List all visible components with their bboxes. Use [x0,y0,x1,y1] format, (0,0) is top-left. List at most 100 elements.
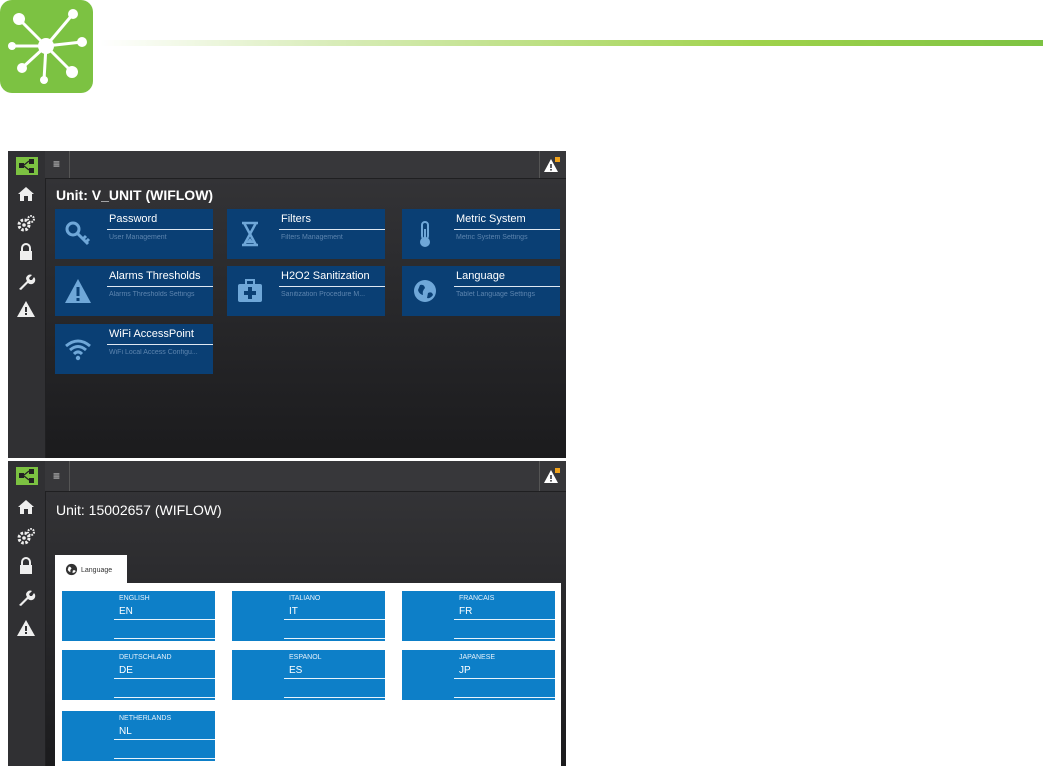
header-divider [100,40,1043,46]
divider [454,229,560,230]
tile-title: WiFi AccessPoint [109,328,194,340]
language-option-espanol[interactable]: ESPANOL ES [232,650,385,700]
tile-description: Alarms Thresholds Settings [109,291,195,298]
alert-warning-icon[interactable] [543,156,561,174]
page-title: Unit: 15002657 (WIFLOW) [56,502,222,518]
language-panel: ENGLISH EN ITALIANO IT FRANCAIS FR DEUTS… [55,583,561,766]
hamburger-icon[interactable]: ≡ [53,157,67,171]
main-content: Unit: V_UNIT (WIFLOW) Password User Mana… [46,179,566,458]
tile-description: Sanitization Procedure M... [281,291,366,298]
tile-h2o2-sanitization[interactable]: H2O2 Sanitization Sanitization Procedure… [227,266,385,316]
warning-icon[interactable] [16,618,36,638]
divider [107,286,213,287]
tile-title: Alarms Thresholds [109,270,201,282]
sidebar [8,461,46,766]
brand-logo [0,0,93,93]
page-title: Unit: V_UNIT (WIFLOW) [56,187,214,203]
divider [539,151,540,178]
language-option-japanese[interactable]: JAPANESE JP [402,650,555,700]
divider [284,638,385,639]
wrench-icon[interactable] [16,272,36,292]
gears-icon[interactable] [16,527,36,547]
language-code: EN [119,606,133,617]
divider [454,697,555,698]
home-icon[interactable] [16,184,36,204]
language-name: ESPANOL [289,654,322,661]
settings-screen: ≡ Unit: V_UNIT (WIFLOW) Password User Ma… [8,151,566,458]
tile-alarms-thresholds[interactable]: Alarms Thresholds Alarms Thresholds Sett… [55,266,213,316]
warning-icon [65,279,91,303]
divider [454,678,555,679]
tab-label: Language [81,567,113,574]
divider [114,758,215,759]
tile-description: Tablet Language Settings [456,291,536,298]
hourglass-icon [241,221,259,247]
language-option-netherlands[interactable]: NETHERLANDS NL [62,711,215,761]
language-code: DE [119,665,133,676]
divider [114,619,215,620]
language-option-francais[interactable]: FRANCAIS FR [402,591,555,641]
language-code: JP [459,665,471,676]
main-content: Unit: 15002657 (WIFLOW) Language ENGLISH… [46,492,566,766]
language-screen: ≡ Unit: 15002657 (WIFLOW) Language ENGLI… [8,461,566,766]
divider [114,739,215,740]
hamburger-icon[interactable]: ≡ [53,469,67,483]
top-bar: ≡ [45,151,566,179]
language-name: JAPANESE [459,654,496,661]
divider [279,286,385,287]
divider [107,229,213,230]
home-icon[interactable] [16,497,36,517]
divider [284,619,385,620]
tile-wifi-accesspoint[interactable]: WiFi AccessPoint WiFi Local Access Confi… [55,324,213,374]
language-name: ENGLISH [119,595,150,602]
tile-title: Metric System [456,213,526,225]
tile-language[interactable]: Language Tablet Language Settings [402,266,560,316]
top-bar: ≡ [45,461,566,492]
language-option-english[interactable]: ENGLISH EN [62,591,215,641]
divider [279,229,385,230]
network-icon [8,9,87,84]
thermometer-icon [420,221,430,247]
gears-icon[interactable] [16,214,36,234]
tile-title: Filters [281,213,311,225]
medical-kit-icon [238,279,262,302]
divider [539,461,540,491]
divider [284,678,385,679]
tile-description: Metric System Settings [456,234,528,241]
divider [114,638,215,639]
language-code: FR [459,606,473,617]
warning-icon[interactable] [16,299,36,319]
tile-description: Filters Management [281,234,343,241]
language-option-italiano[interactable]: ITALIANO IT [232,591,385,641]
language-name: DEUTSCHLAND [119,654,172,661]
language-option-deutschland[interactable]: DEUTSCHLAND DE [62,650,215,700]
tile-password[interactable]: Password User Management [55,209,213,259]
divider [107,344,213,345]
tile-filters[interactable]: Filters Filters Management [227,209,385,259]
language-name: ITALIANO [289,595,321,602]
language-name: FRANCAIS [459,595,495,602]
globe-icon [414,280,436,302]
tile-title: Language [456,270,505,282]
divider [69,461,70,491]
app-logo[interactable] [16,467,38,485]
wrench-icon[interactable] [16,588,36,608]
sidebar [8,151,46,458]
tile-metric-system[interactable]: Metric System Metric System Settings [402,209,560,259]
divider [114,697,215,698]
lock-icon[interactable] [16,556,36,576]
lock-icon[interactable] [16,242,36,262]
tile-title: H2O2 Sanitization [281,270,370,282]
tab-language[interactable]: Language [55,555,127,584]
globe-icon [65,563,78,576]
divider [284,697,385,698]
divider [454,619,555,620]
tile-title: Password [109,213,158,225]
wifi-icon [65,339,91,361]
key-icon [65,221,91,246]
tile-description: WiFi Local Access Configu... [109,349,198,356]
language-code: NL [119,726,132,737]
language-code: IT [289,606,298,617]
app-logo[interactable] [16,157,38,175]
alert-warning-icon[interactable] [543,467,561,485]
